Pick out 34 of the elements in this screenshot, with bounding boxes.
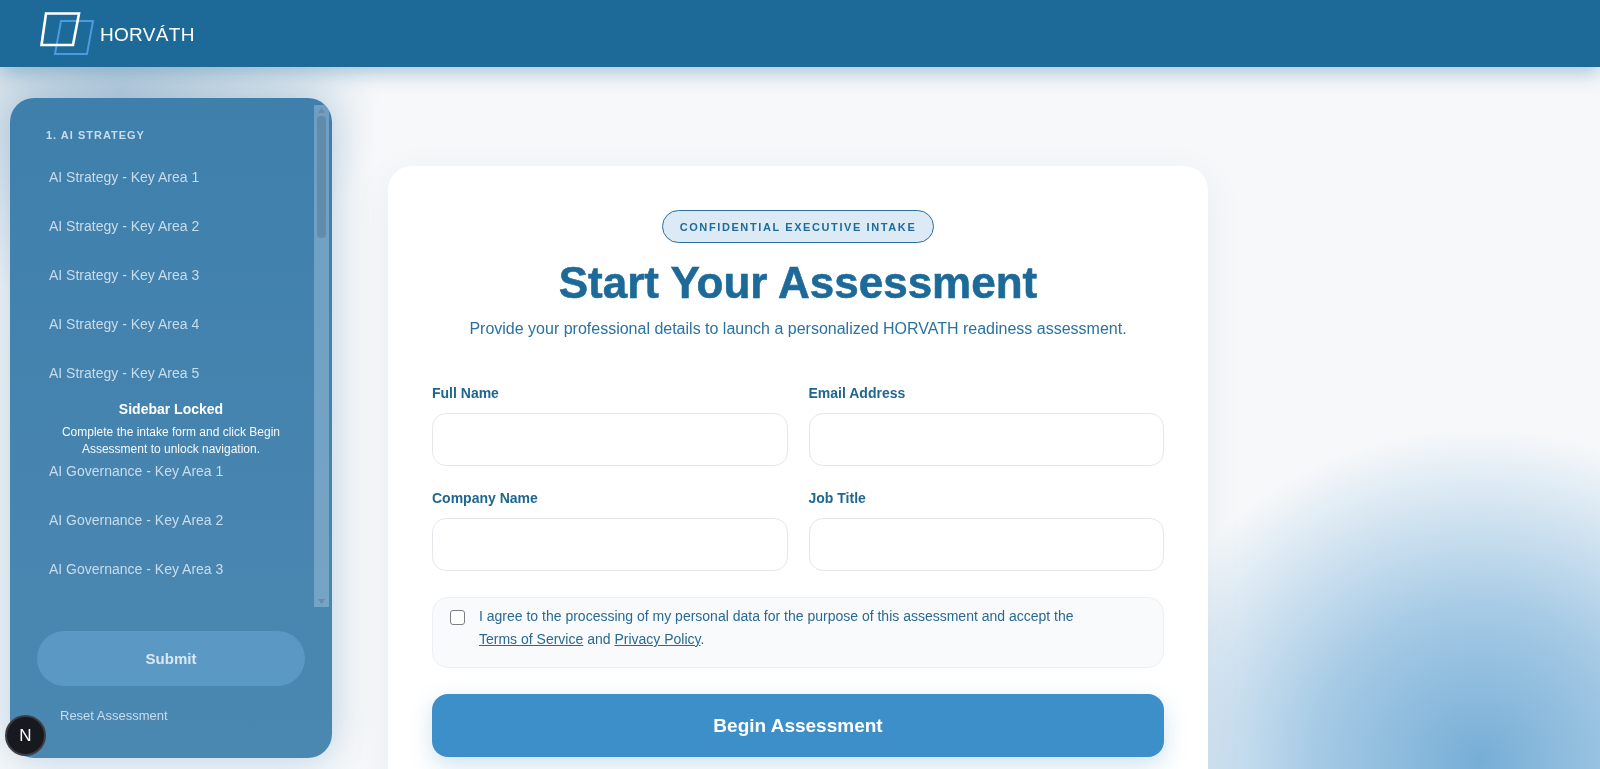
sidebar-item[interactable]: AI Governance - Key Area 2 <box>49 511 224 529</box>
scrollbar[interactable] <box>314 105 329 607</box>
brand-name: HORVÁTH <box>100 23 195 46</box>
submit-button[interactable]: Submit <box>37 631 305 686</box>
consent-link[interactable]: Terms of Service <box>479 631 584 647</box>
input-field[interactable] <box>808 518 1164 571</box>
consent-text: I agree to the processing of my personal data for the purpose of this assessment and accept the Terms of Service and Privacy Policy. <box>479 607 1075 649</box>
sidebar-section-header[interactable]: 1. AI STRATEGY <box>46 128 145 142</box>
page-title: Start Your Assessment <box>558 259 1038 307</box>
sidebar-item[interactable]: AI Strategy - Key Area 2 <box>49 217 200 235</box>
begin-assessment-button[interactable]: Begin Assessment <box>432 694 1164 757</box>
caret-down-icon[interactable] <box>318 599 325 604</box>
input-field[interactable] <box>808 413 1164 466</box>
sidebar-item[interactable]: AI Strategy - Key Area 1 <box>49 168 200 186</box>
field-label: Job Title <box>808 489 866 507</box>
sidebar-item[interactable]: AI Governance - Key Area 1 <box>49 462 224 480</box>
logo-icon <box>40 11 96 56</box>
intake-badge: CONFIDENTIAL EXECUTIVE INTAKE <box>661 210 935 243</box>
input-field[interactable] <box>432 413 788 466</box>
sidebar-item[interactable]: AI Strategy - Key Area 3 <box>49 266 200 284</box>
sidebar-item[interactable]: AI Strategy - Key Area 5 <box>49 364 200 382</box>
field-label: Full Name <box>432 384 499 402</box>
scrollbar-thumb[interactable] <box>317 116 326 238</box>
caret-up-icon[interactable] <box>318 108 325 113</box>
reset-link[interactable]: Reset Assessment <box>60 708 168 723</box>
input-field[interactable] <box>432 518 788 571</box>
lock-message: Complete the intake form and click Begin Assessment to unlock navigation. <box>60 424 282 458</box>
lock-title: Sidebar Locked <box>118 400 224 418</box>
page-subtitle: Provide your professional details to launch a personalized HORVATH readiness assessment. <box>469 319 1127 339</box>
checkbox[interactable] <box>450 610 465 625</box>
sidebar-item[interactable]: AI Governance - Key Area 3 <box>49 560 224 578</box>
field-label: Company Name <box>432 489 538 507</box>
field-label: Email Address <box>808 384 906 402</box>
sidebar-item[interactable]: AI Strategy - Key Area 4 <box>49 315 200 333</box>
